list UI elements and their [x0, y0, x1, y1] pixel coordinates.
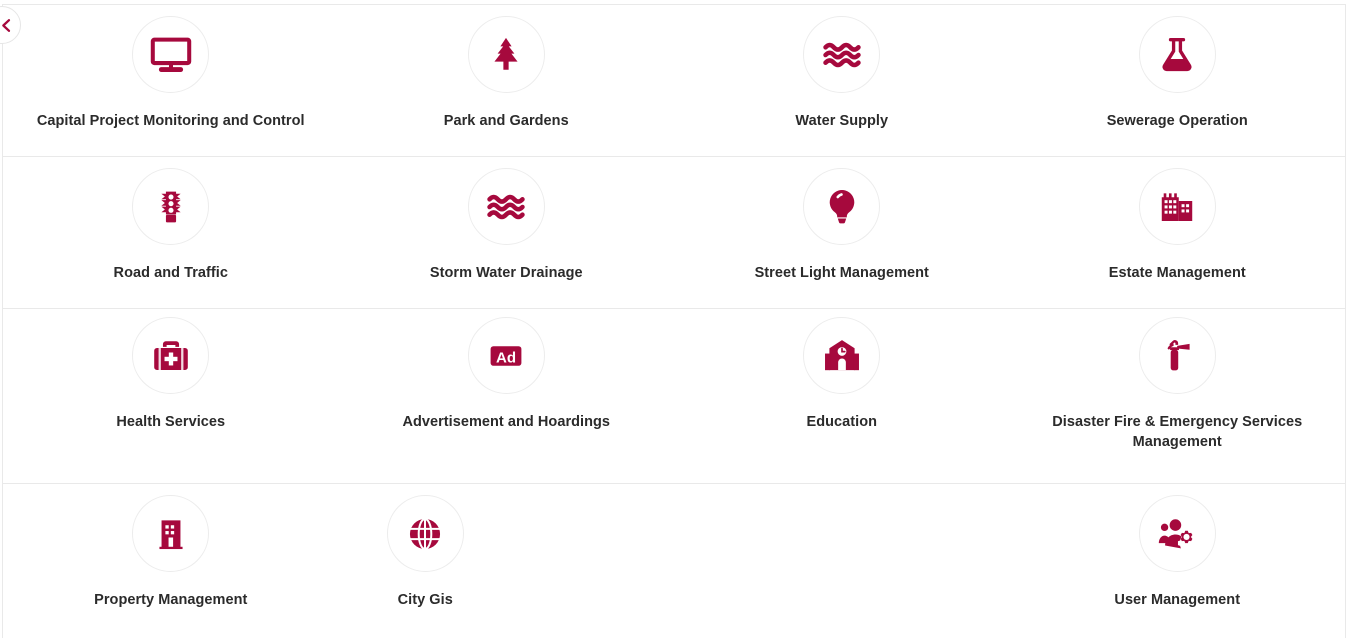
module-tile-user-management[interactable]: User Management [1010, 484, 1346, 636]
water-waves-icon [467, 168, 545, 245]
fire-extinguisher-icon [1138, 317, 1216, 394]
module-tile-label: Estate Management [1108, 265, 1246, 281]
module-tile-advertisement-and-hoardings[interactable]: Ad Advertisement and Hoardings [339, 309, 675, 483]
module-tile-label: Education [806, 414, 878, 430]
module-tile-label: City Gis [397, 592, 453, 608]
module-grid-row: Health Services Ad Advertisement and Hoa… [3, 309, 1345, 484]
module-tile-disaster-fire-and-emergency-services-management[interactable]: Disaster Fire & Emergency Services Manag… [1010, 309, 1346, 483]
chevron-left-icon [0, 17, 15, 34]
module-tile-label: Health Services [116, 414, 226, 430]
module-tile-label: Water Supply [795, 113, 889, 129]
module-grid-row: Property Management City Gis User Manage… [3, 484, 1345, 636]
module-tile-health-services[interactable]: Health Services [3, 309, 339, 483]
svg-text:Ad: Ad [496, 349, 516, 366]
users-gear-icon [1138, 495, 1216, 572]
module-tile-label: User Management [1114, 592, 1241, 608]
tree-icon [467, 16, 545, 93]
module-dashboard: Capital Project Monitoring and Control P… [0, 0, 1348, 638]
module-tile-education[interactable]: Education [674, 309, 1010, 483]
module-tile-label: Property Management [94, 592, 248, 608]
module-tile-label: Capital Project Monitoring and Control [36, 113, 305, 129]
module-tile-estate-management[interactable]: Estate Management [1010, 157, 1346, 308]
module-grid-row: Capital Project Monitoring and Control P… [3, 5, 1345, 157]
module-tile-label: Advertisement and Hoardings [402, 414, 611, 430]
module-tile-sewerage-operation[interactable]: Sewerage Operation [1010, 5, 1346, 156]
buildings-icon [1138, 168, 1216, 245]
medical-kit-icon [132, 317, 210, 394]
module-tile-label: Park and Gardens [443, 113, 569, 129]
school-icon [803, 317, 881, 394]
water-waves-icon [803, 16, 881, 93]
traffic-light-icon [132, 168, 210, 245]
module-tile-placeholder [674, 484, 1010, 636]
module-tile-label: Road and Traffic [113, 265, 228, 281]
module-grid-row: Road and Traffic Storm Water Drainage St… [3, 157, 1345, 309]
lightbulb-icon [803, 168, 881, 245]
module-tile-capital-project-monitoring-and-control[interactable]: Capital Project Monitoring and Control [3, 5, 339, 156]
flask-icon [1138, 16, 1216, 93]
module-tile-label: Street Light Management [754, 265, 929, 281]
building-icon [132, 495, 210, 572]
module-grid: Capital Project Monitoring and Control P… [2, 4, 1346, 638]
module-tile-street-light-management[interactable]: Street Light Management [674, 157, 1010, 308]
monitor-icon [132, 16, 210, 93]
ad-badge-icon: Ad [467, 317, 545, 394]
module-tile-road-and-traffic[interactable]: Road and Traffic [3, 157, 339, 308]
module-tile-label: Disaster Fire & Emergency Services Manag… [1052, 414, 1303, 450]
globe-icon [386, 495, 464, 572]
module-tile-label: Sewerage Operation [1106, 113, 1248, 129]
module-tile-water-supply[interactable]: Water Supply [674, 5, 1010, 156]
module-tile-label: Storm Water Drainage [429, 265, 583, 281]
module-tile-park-and-gardens[interactable]: Park and Gardens [339, 5, 675, 156]
module-tile-storm-water-drainage[interactable]: Storm Water Drainage [339, 157, 675, 308]
module-tile-city-gis[interactable]: City Gis [258, 484, 594, 636]
